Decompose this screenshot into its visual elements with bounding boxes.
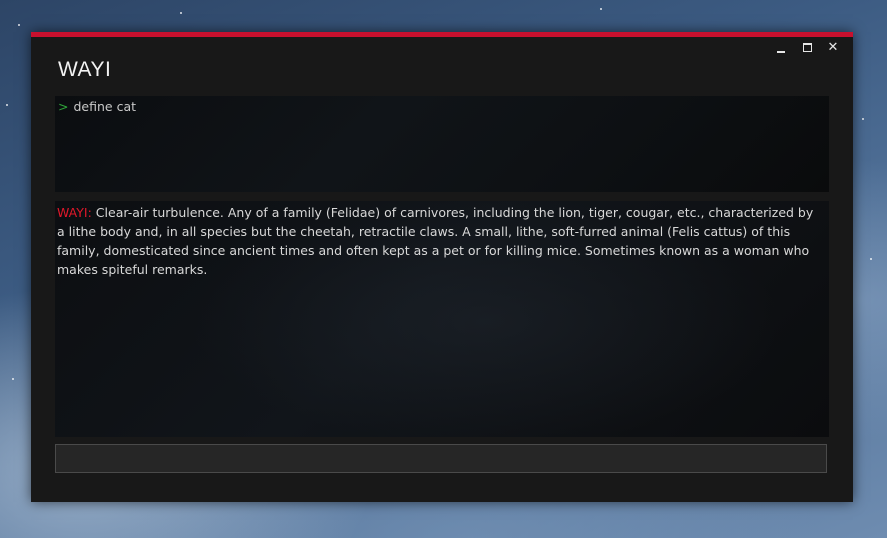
maximize-icon (802, 43, 812, 52)
response-text: Clear-air turbulence. Any of a family (F… (57, 205, 814, 277)
prompt-symbol: > (58, 99, 69, 114)
command-history-panel: > define cat (55, 96, 829, 192)
accent-bar (31, 32, 853, 37)
response-label: WAYI: (57, 205, 92, 220)
minimize-button[interactable] (773, 41, 789, 55)
star (862, 118, 864, 120)
star (6, 104, 8, 106)
star (600, 8, 602, 10)
command-input[interactable] (55, 444, 827, 473)
close-button[interactable]: ✕ (825, 41, 841, 55)
star (870, 258, 872, 260)
close-icon: ✕ (827, 40, 839, 55)
command-text: define cat (73, 99, 137, 114)
star (180, 12, 182, 14)
response-text-block: WAYI: Clear-air turbulence. Any of a fami… (57, 203, 819, 279)
minimize-icon (777, 51, 785, 53)
command-line: > define cat (58, 99, 136, 114)
app-title: WAYI (58, 58, 112, 81)
window-controls: ✕ (773, 41, 841, 55)
star (12, 378, 14, 380)
app-window: ✕ WAYI > define cat WAYI: Clear-air turbul… (31, 32, 853, 502)
star (18, 24, 20, 26)
maximize-button[interactable] (799, 41, 815, 55)
response-panel: WAYI: Clear-air turbulence. Any of a fami… (55, 201, 829, 437)
